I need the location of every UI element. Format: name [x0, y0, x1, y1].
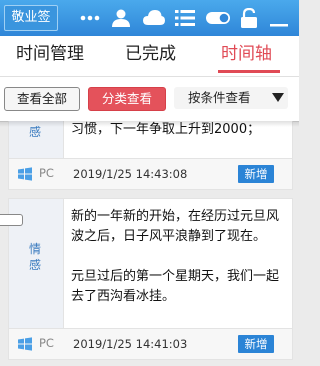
- card-timestamp: 2019/1/25 14:43:08: [73, 167, 188, 181]
- chevron-down-icon[interactable]: [272, 93, 284, 102]
- card-category: 情感: [29, 242, 42, 272]
- card-timestamp: 2019/1/25 14:41:03: [73, 337, 188, 351]
- app-title: 敬业签: [4, 5, 58, 31]
- list-icon[interactable]: [175, 8, 195, 28]
- status-badge: 新增: [238, 335, 274, 353]
- active-tab-indicator: [218, 70, 280, 73]
- title-bar: 敬业签: [0, 0, 299, 36]
- timeline-item[interactable]: 情感 新的一年新的开始，在经历过元旦风波之后，日子风平浪静到了现在。 元旦过后的…: [8, 198, 293, 360]
- view-by-category-button[interactable]: 分类查看: [88, 87, 166, 111]
- scroll-shadow: [0, 121, 299, 127]
- windows-icon: [18, 337, 32, 351]
- timeline-marker: [0, 214, 23, 226]
- lock-icon[interactable]: [240, 8, 258, 28]
- tab-timeline[interactable]: 时间轴: [221, 42, 272, 66]
- view-by-condition-dropdown[interactable]: 按条件查看: [174, 87, 288, 109]
- card-footer: PC 2019/1/25 14:43:08 新增: [9, 158, 292, 189]
- card-os: PC: [39, 336, 54, 350]
- timeline-list[interactable]: 感 习惯，下一年争取上升到2000； PC 2019/1/25 14:43:08…: [0, 121, 299, 366]
- windows-icon: [18, 167, 32, 181]
- card-text: 新的一年新的开始，在经历过元旦风波之后，日子风平浪静到了现在。 元旦过后的第一个…: [71, 209, 280, 304]
- cloud-icon[interactable]: [143, 8, 165, 28]
- tab-time-management[interactable]: 时间管理: [16, 42, 84, 66]
- tab-bar: 时间管理 已完成 时间轴: [0, 36, 299, 76]
- view-by-condition-label: 按条件查看: [188, 90, 251, 105]
- user-icon[interactable]: [111, 8, 131, 28]
- toggle-icon[interactable]: [205, 8, 231, 28]
- more-icon[interactable]: [80, 8, 100, 28]
- view-all-button[interactable]: 查看全部: [4, 87, 80, 111]
- minimize-icon[interactable]: [268, 8, 290, 28]
- status-badge: 新增: [238, 165, 274, 183]
- filter-bar: 查看全部 分类查看 按条件查看: [0, 76, 299, 122]
- card-footer: PC 2019/1/25 14:41:03 新增: [9, 328, 292, 359]
- card-os: PC: [39, 166, 54, 180]
- timeline-item[interactable]: 感 习惯，下一年争取上升到2000； PC 2019/1/25 14:43:08…: [8, 121, 293, 190]
- tab-completed[interactable]: 已完成: [125, 42, 176, 66]
